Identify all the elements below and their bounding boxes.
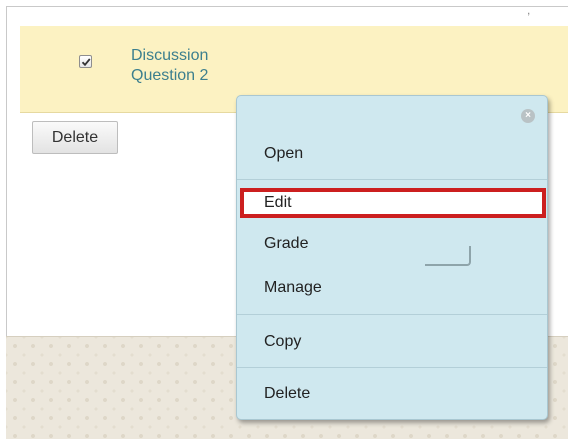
menu-item-open[interactable]: Open	[237, 136, 547, 172]
menu-item-delete[interactable]: Delete	[237, 376, 547, 412]
delete-button[interactable]: Delete	[32, 121, 118, 154]
menu-item-edit[interactable]: Edit	[240, 188, 546, 218]
menu-separator	[237, 367, 547, 368]
menu-separator	[237, 314, 547, 315]
menu-separator	[237, 179, 547, 180]
checkmark-icon	[81, 58, 91, 67]
menu-item-grade[interactable]: Grade	[237, 226, 547, 262]
row-checkbox[interactable]	[79, 55, 92, 68]
context-menu: × Open Edit Grade Manage Copy Delete	[236, 95, 548, 420]
item-title-link[interactable]: Discussion Question 2	[131, 46, 271, 86]
menu-item-manage[interactable]: Manage	[237, 270, 547, 306]
menu-item-copy[interactable]: Copy	[237, 324, 547, 360]
cursor-bracket	[425, 246, 471, 266]
partial-glyph: ,	[527, 3, 531, 17]
close-icon[interactable]: ×	[521, 109, 535, 123]
